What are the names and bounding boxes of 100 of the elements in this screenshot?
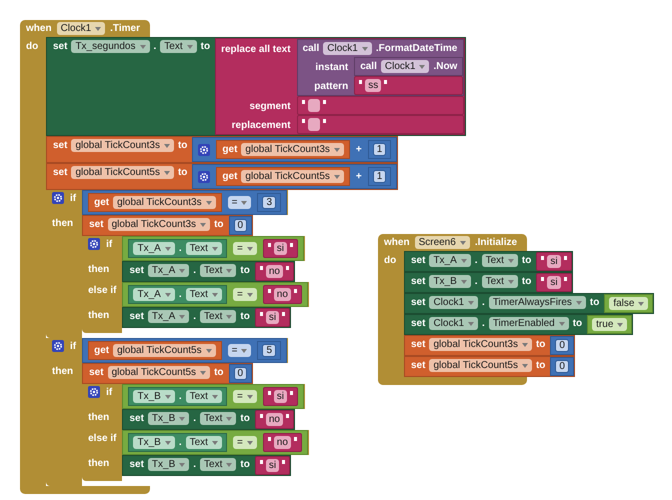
dropdown-field[interactable]: Text — [160, 40, 197, 53]
dropdown-field[interactable]: Text — [186, 288, 222, 301]
caret-icon — [179, 462, 186, 466]
string-field[interactable]: si — [274, 242, 288, 255]
dropdown-field[interactable]: global TickCount5s — [71, 166, 174, 179]
dropdown-field[interactable]: global TickCount5s — [429, 359, 532, 372]
quote-mark-icon — [268, 243, 271, 247]
caret-icon — [460, 280, 467, 284]
dropdown-field[interactable]: Tx_A — [133, 288, 175, 301]
string-field[interactable] — [308, 99, 320, 112]
gear-icon[interactable] — [198, 144, 210, 156]
block-label: if — [106, 386, 112, 399]
dropdown-field[interactable]: Tx_B — [148, 458, 190, 471]
dropdown-field[interactable]: global TickCount3s — [241, 143, 344, 156]
dropdown-field[interactable]: = — [232, 436, 257, 449]
caret-icon — [179, 314, 186, 318]
gear-icon[interactable] — [52, 340, 64, 352]
dropdown-field[interactable]: = — [232, 242, 257, 255]
dropdown-field[interactable]: Tx_A — [148, 310, 190, 323]
dropdown-field[interactable]: Tx_B — [429, 275, 471, 288]
dropdown-field[interactable]: Tx_A — [133, 242, 175, 255]
dropdown-field[interactable]: Text — [200, 264, 236, 277]
dropdown-field[interactable]: global TickCount3s — [429, 338, 532, 351]
block-label: set — [411, 296, 426, 309]
number-field[interactable]: 5 — [262, 344, 276, 357]
block-label: set — [89, 366, 104, 379]
dropdown-field[interactable]: Text — [200, 412, 236, 425]
string-field[interactable]: no — [266, 413, 283, 426]
dropdown-field[interactable]: global TickCount3s — [71, 139, 174, 152]
dropdown-field[interactable]: Clock1 — [429, 317, 478, 330]
block-label: set — [129, 458, 144, 471]
quote-mark-icon — [541, 256, 544, 260]
dropdown-field[interactable]: false — [609, 297, 648, 310]
block-label: to — [214, 218, 224, 231]
number-field[interactable]: 0 — [555, 339, 569, 352]
number-field[interactable]: 0 — [555, 360, 569, 373]
block-label: to — [522, 254, 532, 267]
dropdown-field[interactable]: Text — [482, 275, 518, 288]
string-field[interactable] — [308, 118, 320, 131]
dropdown-field[interactable]: global TickCount3s — [113, 196, 216, 209]
caret-icon — [200, 370, 206, 374]
dropdown-field[interactable]: Tx_segundos — [71, 40, 150, 53]
dropdown-field[interactable]: Tx_A — [429, 254, 471, 267]
caret-icon — [508, 280, 514, 284]
block-label: . — [154, 40, 156, 53]
number-field[interactable]: 1 — [372, 170, 386, 183]
dropdown-field[interactable]: Text — [186, 242, 222, 255]
dropdown-field[interactable]: Text — [200, 310, 236, 323]
dropdown-field[interactable]: Tx_A — [148, 264, 190, 277]
string-field[interactable]: no — [266, 265, 283, 278]
dropdown-field[interactable]: Text — [482, 254, 518, 267]
dropdown-field[interactable]: Clock1 — [323, 42, 372, 55]
dropdown-field[interactable]: = — [232, 288, 257, 301]
block-label: to — [572, 317, 582, 330]
dropdown-field[interactable]: global TickCount5s — [108, 366, 210, 379]
caret-icon — [468, 322, 474, 326]
caret-icon — [164, 394, 171, 398]
dropdown-field[interactable]: = — [228, 196, 252, 209]
number-field[interactable]: 0 — [234, 367, 248, 380]
string-field[interactable]: no — [274, 436, 291, 449]
block-label: . — [193, 310, 196, 323]
gear-icon[interactable] — [198, 170, 210, 182]
dropdown-field[interactable]: Text — [200, 458, 236, 471]
dropdown-field[interactable]: = — [232, 390, 257, 403]
dropdown-field[interactable]: Text — [186, 436, 222, 449]
number-field[interactable]: 0 — [234, 219, 248, 232]
dropdown-field[interactable]: Clock1 — [56, 22, 106, 35]
string-field[interactable]: ss — [365, 79, 382, 92]
dropdown-field[interactable]: true — [592, 318, 628, 331]
dropdown-field[interactable]: TimerAlwaysFires — [488, 296, 586, 309]
dropdown-field[interactable]: Tx_B — [148, 412, 190, 425]
block-label: set — [411, 275, 426, 288]
quote-mark-icon — [282, 312, 286, 316]
string-field[interactable]: si — [266, 311, 280, 324]
block-label: set — [53, 139, 68, 152]
string-field[interactable]: si — [547, 255, 561, 268]
dropdown-field[interactable]: TimerEnabled — [488, 317, 569, 330]
gear-icon[interactable] — [88, 238, 100, 250]
dropdown-field[interactable]: Tx_B — [133, 436, 175, 449]
dropdown-field[interactable]: global TickCount5s — [113, 344, 216, 357]
dropdown-field[interactable]: Screen6 — [414, 236, 470, 249]
block-label: to — [240, 310, 250, 323]
gear-icon[interactable] — [52, 192, 64, 204]
dropdown-field[interactable]: Tx_B — [133, 390, 175, 403]
dropdown-field[interactable]: Clock1 — [380, 60, 430, 73]
number-field[interactable]: 1 — [372, 143, 386, 156]
dropdown-field[interactable]: global TickCount5s — [241, 170, 344, 183]
caret-icon — [206, 348, 212, 352]
dropdown-field[interactable]: global TickCount3s — [108, 218, 210, 231]
quote-mark-icon — [294, 437, 297, 441]
block-label: .Timer — [110, 22, 140, 35]
dropdown-field[interactable]: Text — [186, 390, 222, 403]
string-field[interactable]: si — [547, 276, 561, 289]
gear-icon[interactable] — [88, 386, 100, 398]
string-field[interactable]: no — [274, 288, 291, 301]
number-field[interactable]: 3 — [262, 196, 276, 209]
dropdown-field[interactable]: = — [228, 344, 252, 357]
dropdown-field[interactable]: Clock1 — [429, 296, 478, 309]
string-field[interactable]: si — [274, 390, 288, 403]
string-field[interactable]: si — [266, 459, 280, 472]
